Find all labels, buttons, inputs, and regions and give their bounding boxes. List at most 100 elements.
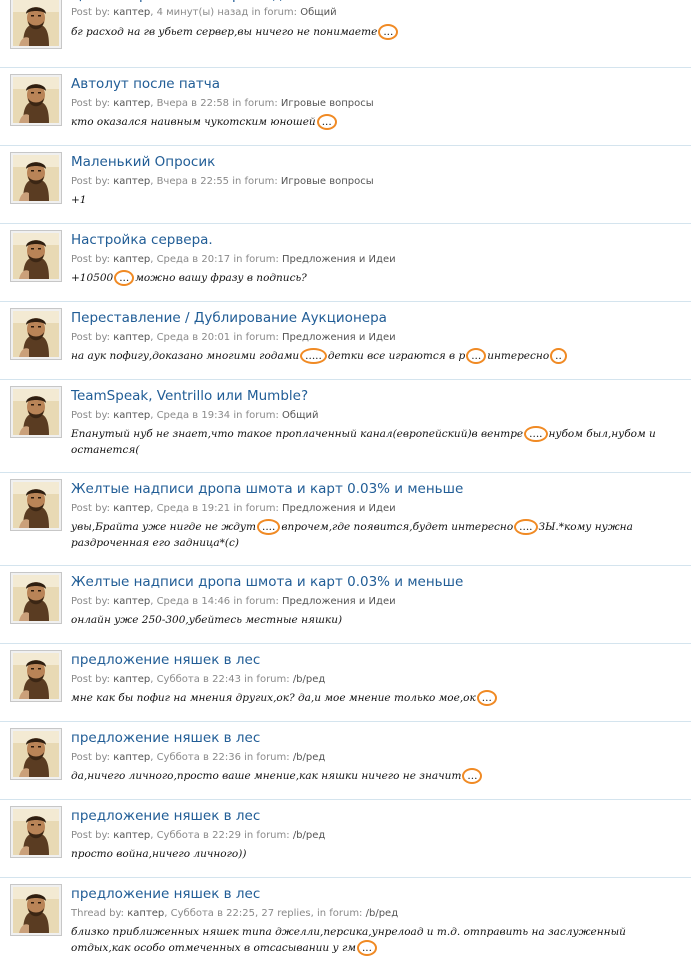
snippet-text: бг расход на гв убьет сервер,вы ничего н…	[71, 26, 378, 38]
snippet-text: Епанутый нуб не знает,что такое проплаче…	[71, 428, 524, 440]
meta-forum-label: in forum:	[233, 503, 283, 514]
snippet-text: просто война,ничего личного))	[71, 848, 247, 860]
forum-link[interactable]: /b/ред	[293, 674, 326, 685]
post-time: , Среда в 20:01	[150, 332, 234, 343]
forum-link[interactable]: Предложения и Идеи	[282, 254, 396, 265]
post-time: , Вчера в 22:58	[150, 98, 233, 109]
post-title-link[interactable]: Желтые надписи дропа шмота и карт 0.03% …	[71, 481, 463, 498]
avatar-image	[13, 389, 59, 435]
result-entry: Автолут после патча Post by: каптер, Вчер…	[0, 68, 691, 146]
author-link[interactable]: каптер	[113, 7, 150, 18]
avatar-image	[13, 482, 59, 528]
highlight-circle-mark: ....	[524, 426, 548, 442]
post-title-link[interactable]: Целесообразность BG-расхода	[71, 0, 290, 4]
author-link[interactable]: каптер	[113, 98, 150, 109]
post-title-link[interactable]: предложение няшек в лес	[71, 808, 260, 825]
author-link[interactable]: каптер	[113, 830, 150, 841]
avatar[interactable]	[10, 152, 62, 204]
author-link[interactable]: каптер	[113, 503, 150, 514]
avatar[interactable]	[10, 806, 62, 858]
forum-link[interactable]: /b/ред	[366, 908, 399, 919]
highlight-circle-mark: .....	[300, 348, 327, 364]
avatar-image	[13, 887, 59, 933]
forum-link[interactable]: Предложения и Идеи	[282, 332, 396, 343]
post-title-link[interactable]: Автолут после патча	[71, 76, 220, 93]
post-snippet: увы,Брайта уже нигде не ждут.... впрочем,…	[71, 519, 683, 551]
avatar-image	[13, 311, 59, 357]
post-title-link[interactable]: Настройка сервера.	[71, 232, 213, 249]
author-link[interactable]: каптер	[113, 410, 150, 421]
meta-forum-label: in forum:	[251, 7, 301, 18]
snippet-text: можно вашу фразу в подпись?	[135, 272, 307, 284]
forum-link[interactable]: Игровые вопросы	[281, 176, 374, 187]
result-entry: TeamSpeak, Ventrillo или Mumble? Post by:…	[0, 380, 691, 473]
author-link[interactable]: каптер	[113, 674, 150, 685]
post-snippet: Епанутый нуб не знает,что такое проплаче…	[71, 426, 683, 458]
post-time: , 4 минут(ы) назад	[150, 7, 252, 18]
meta-by-label: Post by:	[71, 503, 114, 514]
meta-forum-label: in forum:	[233, 410, 283, 421]
avatar-image	[13, 575, 59, 621]
author-link[interactable]: каптер	[113, 332, 150, 343]
snippet-text: на аук пофигу,доказано многими годами	[71, 350, 300, 362]
forum-link[interactable]: Предложения и Идеи	[282, 503, 396, 514]
post-title-link[interactable]: Переставление / Дублирование Аукционера	[71, 310, 387, 327]
author-link[interactable]: каптер	[113, 596, 150, 607]
post-snippet: бг расход на гв убьет сервер,вы ничего н…	[71, 24, 683, 40]
avatar[interactable]	[10, 230, 62, 282]
post-title-link[interactable]: предложение няшек в лес	[71, 652, 260, 669]
result-entry: Желтые надписи дропа шмота и карт 0.03% …	[0, 566, 691, 644]
author-link[interactable]: каптер	[113, 176, 150, 187]
author-link[interactable]: каптер	[127, 908, 164, 919]
avatar[interactable]	[10, 884, 62, 936]
forum-link[interactable]: Предложения и Идеи	[282, 596, 396, 607]
meta-forum-label: in forum:	[233, 332, 283, 343]
snippet-text: +10500	[71, 272, 114, 284]
post-title-link[interactable]: предложение няшек в лес	[71, 886, 260, 903]
highlight-circle-mark: ....	[514, 519, 538, 535]
post-title-link[interactable]: Маленький Опросик	[71, 154, 215, 171]
meta-forum-label: in forum:	[244, 674, 293, 685]
avatar[interactable]	[10, 386, 62, 438]
post-meta: Post by: каптер, Суббота в 22:43 in foru…	[71, 674, 325, 686]
result-entry: Целесообразность BG-расхода Post by: капт…	[0, 0, 691, 68]
post-title-link[interactable]: предложение няшек в лес	[71, 730, 260, 747]
post-snippet: онлайн уже 250-300,убейтесь местные няшк…	[71, 612, 683, 628]
post-title-link[interactable]: TeamSpeak, Ventrillo или Mumble?	[71, 388, 308, 405]
post-time: , Среда в 19:34	[150, 410, 234, 421]
post-title-link[interactable]: Желтые надписи дропа шмота и карт 0.03% …	[71, 574, 463, 591]
avatar[interactable]	[10, 479, 62, 531]
forum-link[interactable]: Общий	[300, 7, 336, 18]
post-snippet: да,ничего личного,просто ваше мнение,как…	[71, 768, 683, 784]
search-results-feed: Целесообразность BG-расхода Post by: капт…	[0, 0, 691, 966]
snippet-text: интересно	[487, 350, 550, 362]
forum-link[interactable]: Общий	[282, 410, 318, 421]
author-link[interactable]: каптер	[113, 254, 150, 265]
post-meta: Post by: каптер, Среда в 14:46 in forum:…	[71, 596, 396, 608]
highlight-circle-mark: ...	[316, 114, 337, 130]
post-meta: Post by: каптер, Среда в 19:34 in forum:…	[71, 410, 319, 422]
forum-link[interactable]: /b/ред	[293, 752, 326, 763]
post-time: , Суббота в 22:25, 27 replies,	[164, 908, 317, 919]
result-entry: предложение няшек в лес Thread by: каптер…	[0, 878, 691, 966]
post-snippet: мне как бы пофиг на мнения других,ок? да…	[71, 690, 683, 706]
avatar[interactable]	[10, 572, 62, 624]
meta-by-label: Post by:	[71, 830, 114, 841]
avatar-image	[13, 155, 59, 201]
avatar[interactable]	[10, 308, 62, 360]
result-entry: Настройка сервера. Post by: каптер, Среда…	[0, 224, 691, 302]
forum-link[interactable]: /b/ред	[293, 830, 326, 841]
meta-forum-label: in forum:	[233, 254, 283, 265]
highlight-circle-mark: ...	[466, 348, 487, 364]
post-meta: Post by: каптер, 4 минут(ы) назад in for…	[71, 7, 337, 19]
forum-link[interactable]: Игровые вопросы	[281, 98, 374, 109]
post-time: , Среда в 19:21	[150, 503, 234, 514]
post-meta: Post by: каптер, Вчера в 22:58 in forum:…	[71, 98, 374, 110]
avatar[interactable]	[10, 650, 62, 702]
avatar[interactable]	[10, 74, 62, 126]
avatar-image	[13, 0, 59, 46]
avatar[interactable]	[10, 0, 62, 49]
post-snippet: +1	[71, 192, 683, 208]
author-link[interactable]: каптер	[113, 752, 150, 763]
avatar[interactable]	[10, 728, 62, 780]
